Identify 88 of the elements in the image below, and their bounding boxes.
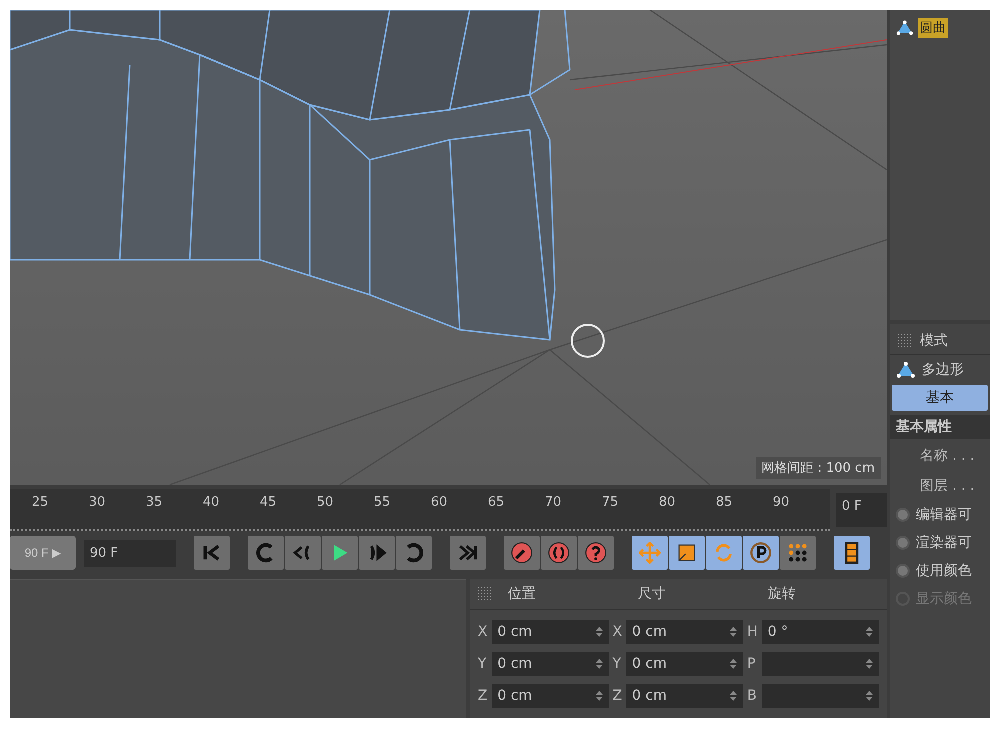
radio-button[interactable]: [896, 536, 910, 550]
cursor-circle-icon: [571, 324, 605, 358]
film-strip-button[interactable]: [834, 536, 870, 570]
rotate-icon: [713, 542, 735, 564]
section-header: 基本属性: [890, 415, 990, 439]
axis-label: H: [747, 624, 758, 640]
coordinate-field[interactable]: 0 cm: [626, 652, 744, 676]
frame-tick-label: 90: [773, 494, 791, 512]
coordinate-field[interactable]: 0 cm: [492, 652, 609, 676]
spinner-arrows-icon[interactable]: [596, 690, 603, 702]
grip-icon: [898, 334, 912, 348]
frame-tick-label: 45: [260, 494, 278, 512]
spinner-arrows-icon[interactable]: [866, 658, 873, 670]
property-label: 渲染器可: [916, 534, 972, 552]
column-header: 尺寸: [638, 585, 667, 603]
object-item[interactable]: 圆曲: [918, 18, 948, 38]
scale-icon: [676, 542, 698, 564]
spinner-arrows-icon[interactable]: [866, 690, 873, 702]
coordinate-field[interactable]: 0 cm: [626, 620, 744, 644]
parameter-button[interactable]: [743, 536, 779, 570]
auto-key-button[interactable]: [541, 536, 577, 570]
end-frame-field[interactable]: 90 F: [84, 540, 176, 566]
coordinate-field[interactable]: [762, 684, 879, 708]
frame-tick-label: 60: [431, 494, 449, 512]
spinner-arrows-icon[interactable]: [866, 626, 873, 638]
frame-tick-label: 70: [545, 494, 563, 512]
loop-button[interactable]: [396, 536, 432, 570]
axis-label: Y: [612, 656, 622, 672]
property-label: 名称 . . .: [919, 447, 976, 466]
polygon-object-icon: [896, 361, 916, 379]
frame-tick-label: 40: [203, 494, 221, 512]
parameter-icon: [750, 542, 772, 564]
coordinate-field[interactable]: [762, 652, 879, 676]
frame-tick-label: 55: [374, 494, 392, 512]
dot-grid-icon: [787, 542, 809, 564]
frame-tick-label: 75: [602, 494, 620, 512]
record-key-button[interactable]: [504, 536, 540, 570]
frame-tick-label: 65: [488, 494, 506, 512]
frame-tick-label: 80: [659, 494, 677, 512]
property-label: 编辑器可: [916, 506, 972, 524]
axis-label: B: [747, 688, 758, 704]
grid-spacing-label: 网格间距 : 100 cm: [756, 457, 881, 479]
axis-label: P: [747, 656, 757, 672]
record-key-icon: [511, 542, 533, 564]
current-frame-field[interactable]: 0 F: [836, 493, 887, 527]
polygon-object-icon: [896, 19, 914, 37]
property-label: 图层 . . .: [919, 477, 976, 496]
radio-button[interactable]: [896, 564, 910, 578]
axis-label: Z: [612, 688, 622, 704]
next-key-button[interactable]: [359, 536, 395, 570]
axis-label: Y: [478, 656, 488, 672]
column-header: 旋转: [768, 585, 797, 603]
rewind-button[interactable]: [248, 536, 284, 570]
menu-item[interactable]: 模式: [920, 332, 948, 350]
frame-tick-label: 30: [89, 494, 107, 512]
coordinate-field[interactable]: 0 cm: [626, 684, 744, 708]
object-type-label: 多边形: [922, 361, 964, 379]
radio-button[interactable]: [896, 508, 910, 522]
spinner-arrows-icon[interactable]: [730, 658, 738, 670]
coordinate-field[interactable]: 0 cm: [492, 684, 609, 708]
scale-button[interactable]: [669, 536, 705, 570]
auto-key-icon: [548, 542, 570, 564]
spinner-arrows-icon[interactable]: [730, 690, 738, 702]
column-header: 位置: [508, 585, 537, 603]
property-label: 使用颜色: [916, 562, 972, 580]
dot-grid-button[interactable]: [780, 536, 816, 570]
grip-icon: [478, 587, 492, 601]
axis-label: X: [478, 624, 488, 640]
axis-label: Z: [478, 688, 488, 704]
spinner-arrows-icon[interactable]: [730, 626, 738, 638]
coordinate-field[interactable]: 0 °: [762, 620, 879, 644]
timeline-ruler[interactable]: 25 30 35 40 45 50 55 60 65 70 75 80 85 90: [10, 489, 830, 531]
skip-end-button[interactable]: [450, 536, 486, 570]
frame-tick-label: 35: [146, 494, 164, 512]
move-icon: [639, 542, 661, 564]
spinner-arrows-icon[interactable]: [596, 626, 603, 638]
previous-key-button[interactable]: [285, 536, 321, 570]
frame-tick-label: 50: [317, 494, 335, 512]
spinner-arrows-icon[interactable]: [596, 658, 603, 670]
help-icon: [585, 542, 607, 564]
skip-start-button[interactable]: [194, 536, 230, 570]
help-button[interactable]: [578, 536, 614, 570]
coordinate-field[interactable]: 0 cm: [492, 620, 609, 644]
frame-tick-label: 25: [32, 494, 50, 512]
attribute-tab[interactable]: 基本: [892, 385, 988, 411]
play-button[interactable]: [322, 536, 358, 570]
frame-tick-label: 85: [716, 494, 734, 512]
axis-label: X: [612, 624, 622, 640]
